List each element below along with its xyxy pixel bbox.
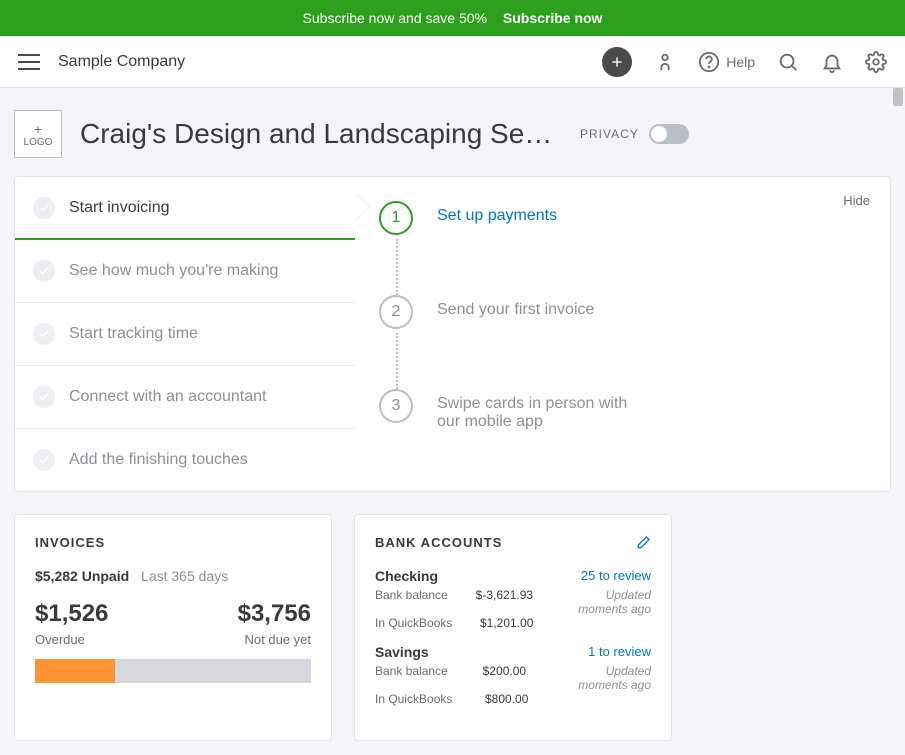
invoice-bar[interactable] — [35, 659, 311, 683]
qb-value: $1,201.00 — [480, 616, 533, 630]
step-swipe-cards[interactable]: 3 Swipe cards in person with our mobile … — [379, 389, 866, 431]
step-number: 2 — [379, 295, 413, 329]
promo-cta[interactable]: Subscribe now — [503, 10, 603, 26]
promo-banner: Subscribe now and save 50% Subscribe now — [0, 0, 905, 36]
arrow-icon — [355, 193, 369, 221]
privacy-label: PRIVACY — [580, 127, 639, 141]
step-setup-payments[interactable]: 1 Set up payments — [379, 201, 866, 235]
balance-label: Bank balance — [375, 588, 448, 616]
promo-text: Subscribe now and save 50% — [303, 10, 487, 26]
setup-tab-label: Start invoicing — [69, 199, 170, 217]
main-content: + LOGO Craig's Design and Landscaping Se… — [0, 88, 905, 755]
review-link[interactable]: 1 to review — [588, 644, 651, 660]
search-icon[interactable] — [777, 51, 799, 73]
add-logo-button[interactable]: + LOGO — [14, 110, 62, 158]
card-title: INVOICES — [35, 535, 311, 550]
updated-text: Updated moments ago — [561, 664, 651, 692]
page-title: Craig's Design and Landscaping Servi… — [80, 118, 560, 150]
bell-icon[interactable] — [821, 51, 843, 73]
privacy-toggle[interactable] — [649, 124, 689, 144]
help-button[interactable]: Help — [698, 51, 755, 73]
topbar: Sample Company Help — [0, 36, 905, 88]
invoices-card: INVOICES $5,282 Unpaid Last 365 days $1,… — [14, 514, 332, 741]
step-label: Send your first invoice — [437, 295, 594, 319]
setup-steps-panel: Hide 1 Set up payments 2 Send your first… — [355, 177, 890, 491]
balance-value: $200.00 — [483, 664, 526, 692]
check-icon — [33, 260, 55, 282]
setup-tab-reports[interactable]: See how much you're making — [15, 240, 355, 303]
check-icon — [33, 386, 55, 408]
topbar-actions: Help — [602, 47, 887, 77]
review-link[interactable]: 25 to review — [581, 568, 651, 584]
step-label: Set up payments — [437, 201, 557, 225]
invoices-summary: $5,282 Unpaid Last 365 days — [35, 568, 311, 584]
dashboard-row: INVOICES $5,282 Unpaid Last 365 days $1,… — [14, 514, 891, 741]
setup-tab-invoicing[interactable]: Start invoicing — [15, 177, 355, 240]
overdue-amount: $1,526 — [35, 600, 108, 628]
qb-label: In QuickBooks — [375, 616, 452, 630]
unpaid-amount: $5,282 Unpaid — [35, 568, 129, 584]
setup-tab-label: See how much you're making — [69, 262, 278, 280]
step-number: 3 — [379, 389, 413, 423]
notdue-label: Not due yet — [245, 632, 312, 647]
setup-tabs: Start invoicing See how much you're maki… — [15, 177, 355, 491]
overdue-segment — [35, 659, 115, 683]
company-name[interactable]: Sample Company — [58, 53, 185, 71]
check-icon — [33, 197, 55, 219]
setup-tab-label: Start tracking time — [69, 325, 198, 343]
step-number: 1 — [379, 201, 413, 235]
qb-value: $800.00 — [485, 692, 528, 706]
gear-icon[interactable] — [865, 51, 887, 73]
setup-tab-finishing[interactable]: Add the finishing touches — [15, 429, 355, 491]
balance-label: Bank balance — [375, 664, 448, 692]
company-header: + LOGO Craig's Design and Landscaping Se… — [14, 88, 891, 176]
logo-label: LOGO — [24, 137, 53, 148]
account-name[interactable]: Checking — [375, 568, 438, 584]
overdue-label: Overdue — [35, 632, 85, 647]
card-title: BANK ACCOUNTS — [375, 535, 651, 550]
setup-tab-time[interactable]: Start tracking time — [15, 303, 355, 366]
plus-icon: + — [34, 121, 42, 137]
updated-text: Updated moments ago — [561, 588, 651, 616]
account-name[interactable]: Savings — [375, 644, 429, 660]
balance-value: $-3,621.93 — [476, 588, 533, 616]
qb-label: In QuickBooks — [375, 692, 452, 706]
check-icon — [33, 449, 55, 471]
date-range: Last 365 days — [141, 568, 228, 584]
bank-accounts-card: BANK ACCOUNTS Checking 25 to review Bank… — [354, 514, 672, 741]
create-button[interactable] — [602, 47, 632, 77]
privacy-control: PRIVACY — [580, 124, 689, 144]
setup-tab-label: Add the finishing touches — [69, 451, 248, 469]
step-send-invoice[interactable]: 2 Send your first invoice — [379, 295, 866, 329]
menu-icon[interactable] — [18, 54, 40, 70]
setup-tab-label: Connect with an accountant — [69, 388, 266, 406]
check-icon — [33, 323, 55, 345]
user-icon[interactable] — [654, 51, 676, 73]
step-label: Swipe cards in person with our mobile ap… — [437, 389, 647, 431]
setup-tab-accountant[interactable]: Connect with an accountant — [15, 366, 355, 429]
bank-account-savings: Savings 1 to review Bank balance $200.00… — [375, 644, 651, 706]
setup-card: Start invoicing See how much you're maki… — [14, 176, 891, 492]
help-label: Help — [726, 54, 755, 70]
notdue-amount: $3,756 — [238, 600, 311, 628]
bank-account-checking: Checking 25 to review Bank balance $-3,6… — [375, 568, 651, 630]
pencil-icon[interactable] — [635, 535, 651, 551]
